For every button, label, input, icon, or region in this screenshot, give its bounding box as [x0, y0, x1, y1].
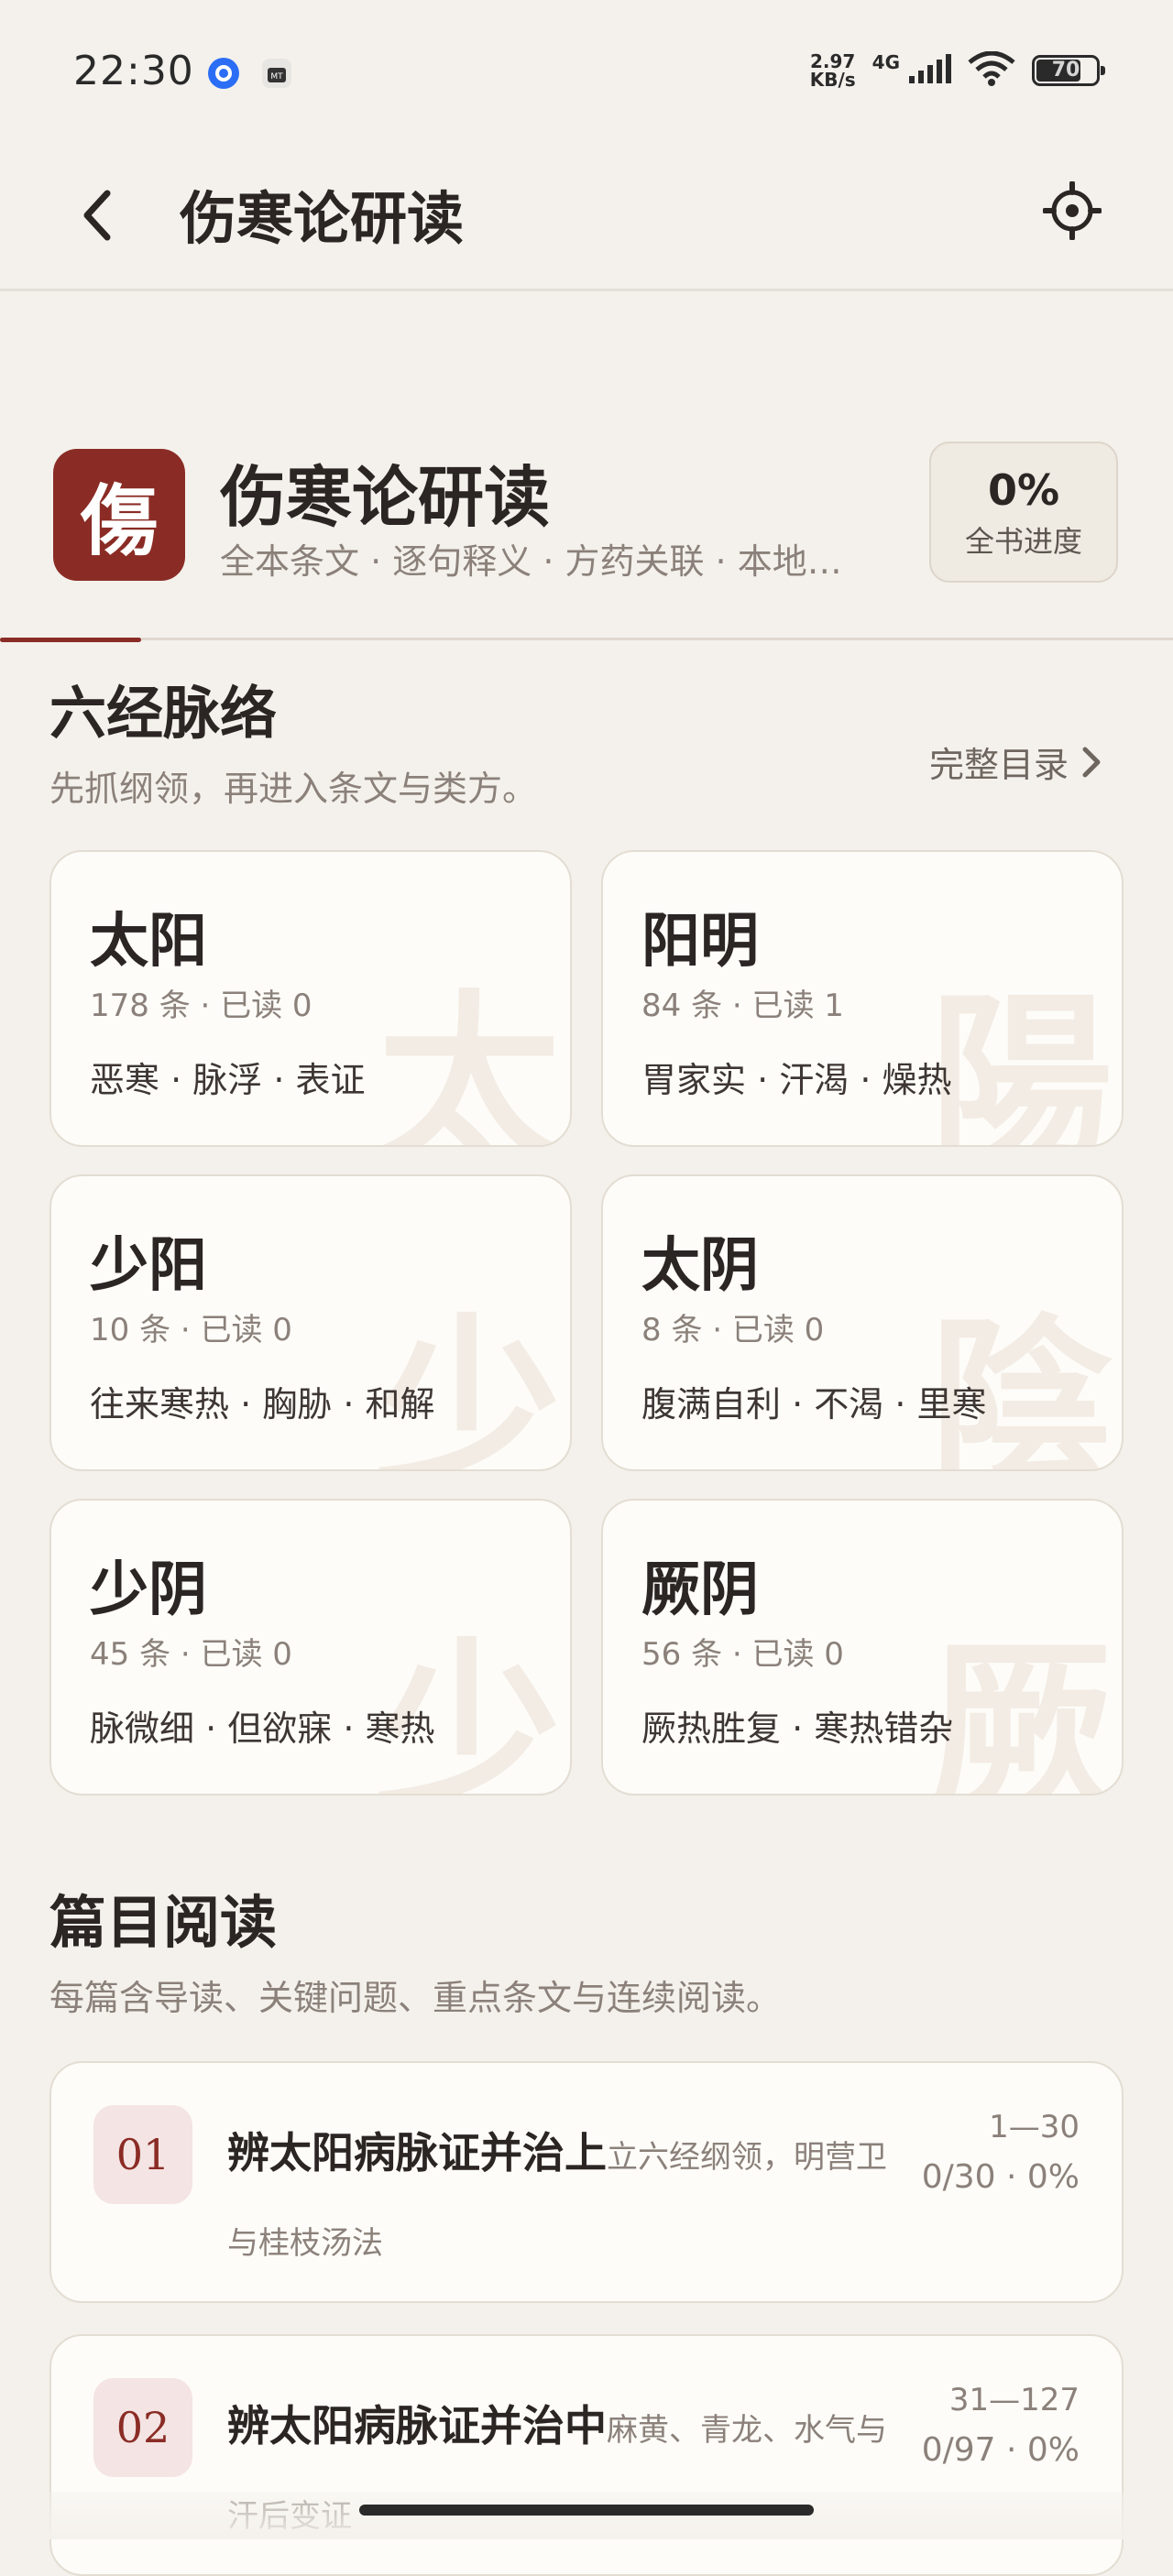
app-notification-icon	[207, 57, 240, 90]
page-title: 伤寒论研读	[180, 185, 465, 252]
book-logo: 傷	[53, 449, 185, 581]
chapter-text: 辨太阳病脉证并治上立六经纲领，明营卫与桂枝汤法	[227, 2112, 887, 2289]
meridian-meta: 10 条 · 已读 0	[90, 1312, 292, 1348]
chapters-description: 每篇含导读、关键问题、重点条文与连续阅读。	[49, 1978, 782, 2018]
chapters-title: 篇目阅读	[49, 1889, 278, 1956]
book-progress-value: 0%	[987, 465, 1060, 515]
full-toc-link[interactable]: 完整目录	[929, 737, 1102, 787]
meridian-card-yangming[interactable]: 陽 阳明 84 条 · 已读 1 胃家实 · 汗渴 · 燥热	[601, 850, 1124, 1147]
meridian-keywords: 胃家实 · 汗渴 · 燥热	[641, 1060, 952, 1100]
network-speed-value: 2.97	[810, 50, 856, 72]
meridian-card-shaoyang[interactable]: 少 少阳 10 条 · 已读 0 往来寒热 · 胸胁 · 和解	[49, 1174, 572, 1471]
app-bar: 伤寒论研读	[0, 137, 1173, 291]
bottom-fade	[0, 2492, 1173, 2539]
meridian-name: 少阳	[90, 1232, 207, 1300]
meridian-keywords: 往来寒热 · 胸胁 · 和解	[90, 1384, 435, 1424]
meituan-notification-icon: MT	[260, 57, 293, 90]
status-right: 2.97 KB/s 4G 70	[810, 50, 1105, 90]
chapter-range: 31—127	[948, 2382, 1080, 2418]
meridian-name: 阳明	[641, 908, 759, 976]
book-subtitle: 全本条文 · 逐句释义 · 方药关联 · 本地…	[220, 541, 842, 582]
chevron-right-icon	[1082, 747, 1101, 777]
chapter-number: 01	[93, 2105, 192, 2204]
meridian-card-shaoyin[interactable]: 少 少阴 45 条 · 已读 0 脉微细 · 但欲寐 · 寒热	[49, 1499, 572, 1796]
meridian-card-taiyin[interactable]: 陰 太阴 8 条 · 已读 0 腹满自利 · 不渴 · 里寒	[601, 1174, 1124, 1471]
meridian-keywords: 脉微细 · 但欲寐 · 寒热	[90, 1708, 435, 1749]
battery-text: 70	[1051, 59, 1080, 82]
meridian-keywords: 恶寒 · 脉浮 · 表证	[90, 1060, 366, 1100]
chapter-range: 1—30	[989, 2109, 1080, 2145]
svg-text:MT: MT	[270, 72, 283, 82]
meridian-watermark: 陽	[928, 973, 1113, 1147]
chevron-left-icon	[83, 190, 111, 241]
meridian-name: 太阳	[90, 908, 207, 976]
meridian-card-jueyin[interactable]: 厥 厥阴 56 条 · 已读 0 厥热胜复 · 寒热错杂	[601, 1499, 1124, 1796]
book-progress-label: 全书进度	[964, 524, 1082, 559]
progress-track	[0, 638, 1173, 642]
full-toc-label: 完整目录	[928, 745, 1069, 785]
meridians-title: 六经脉络	[49, 680, 278, 747]
gear-icon	[1043, 181, 1102, 240]
back-button[interactable]	[64, 183, 128, 247]
home-indicator[interactable]	[359, 2505, 814, 2516]
signal-icon	[907, 52, 951, 89]
chapter-number: 02	[93, 2378, 192, 2477]
battery-icon: 70	[1032, 55, 1105, 86]
chapter-title: 辨太阳病脉证并治上	[227, 2128, 607, 2178]
chapter-card[interactable]: 01 辨太阳病脉证并治上立六经纲领，明营卫与桂枝汤法 1—30 0/30 · 0…	[49, 2061, 1124, 2303]
meridian-watermark: 厥	[928, 1621, 1113, 1796]
meridian-keywords: 厥热胜复 · 寒热错杂	[641, 1708, 954, 1749]
meridian-card-taiyang[interactable]: 太 太阳 178 条 · 已读 0 恶寒 · 脉浮 · 表证	[49, 850, 572, 1147]
chapter-card[interactable]: 02 辨太阳病脉证并治中麻黄、青龙、水气与汗后变证 31—127 0/97 · …	[49, 2334, 1124, 2576]
status-bar: 22:30 MT 2.97 KB/s 4G 70	[0, 0, 1173, 137]
meridian-meta: 84 条 · 已读 1	[641, 988, 844, 1024]
meridian-meta: 178 条 · 已读 0	[90, 988, 312, 1024]
meridian-name: 太阴	[641, 1232, 759, 1300]
meridian-meta: 45 条 · 已读 0	[90, 1636, 292, 1673]
status-time: 22:30	[73, 48, 194, 94]
settings-button[interactable]	[1036, 174, 1109, 247]
book-hero: 傷 伤寒论研读 全本条文 · 逐句释义 · 方药关联 · 本地… 0% 全书进度	[0, 431, 1173, 642]
book-title: 伤寒论研读	[220, 459, 551, 536]
wifi-icon	[968, 50, 1015, 90]
progress-fill	[0, 638, 141, 642]
meridians-description: 先抓纲领，再进入条文与类方。	[49, 769, 538, 809]
meridian-name: 少阴	[90, 1556, 207, 1624]
meridian-watermark: 太	[377, 973, 561, 1147]
chapter-title: 辨太阳病脉证并治中	[227, 2401, 607, 2450]
meridian-keywords: 腹满自利 · 不渴 · 里寒	[641, 1384, 987, 1424]
meridian-name: 厥阴	[641, 1556, 759, 1624]
network-type: 4G	[872, 51, 900, 73]
book-progress-box[interactable]: 0% 全书进度	[929, 442, 1118, 583]
network-speed-unit: KB/s	[809, 69, 856, 91]
network-speed: 2.97 KB/s	[810, 52, 856, 89]
meridian-meta: 56 条 · 已读 0	[641, 1636, 844, 1673]
meridian-meta: 8 条 · 已读 0	[641, 1312, 825, 1348]
chapter-progress: 0/30 · 0%	[921, 2158, 1080, 2196]
chapter-progress: 0/97 · 0%	[921, 2431, 1080, 2469]
